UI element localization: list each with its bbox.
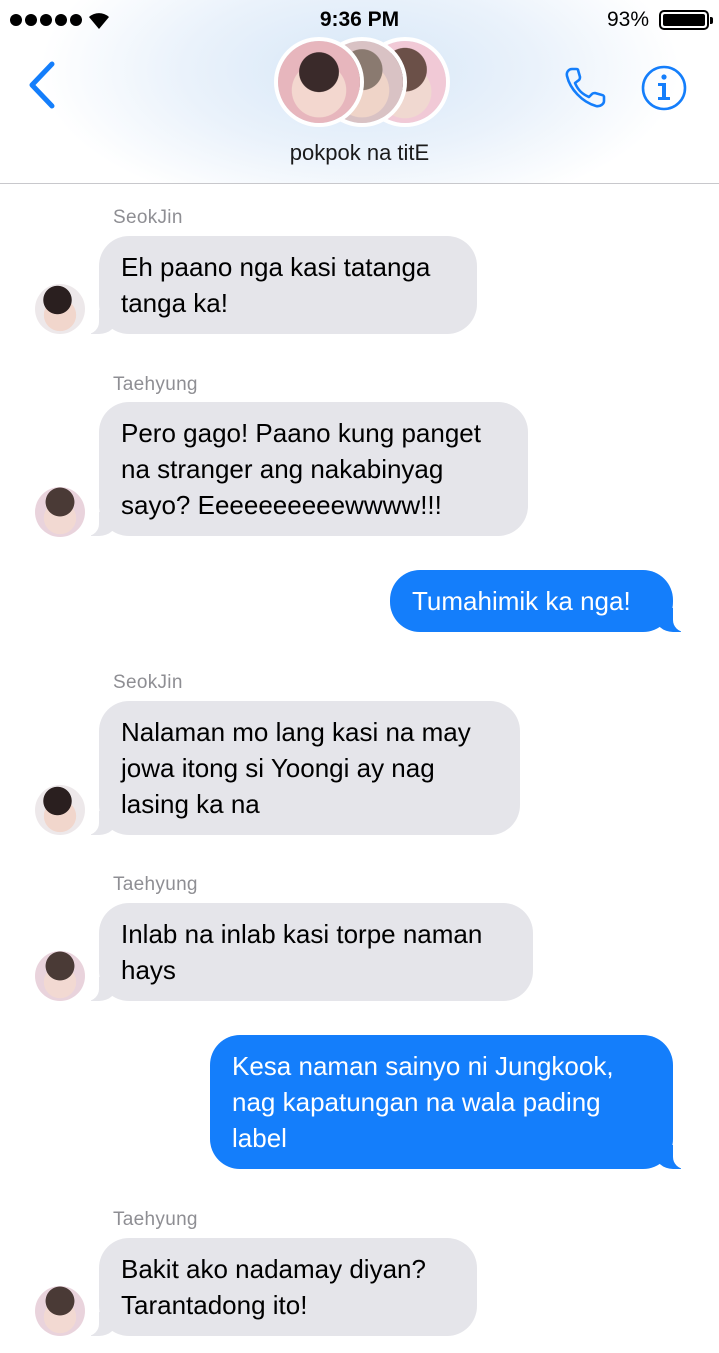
sender-name: SeokJin — [113, 672, 183, 693]
group-avatar-1 — [274, 37, 364, 127]
sender-name: SeokJin — [113, 207, 183, 228]
incoming-message-bubble[interactable]: Pero gago! Paano kung panget na stranger… — [85, 402, 528, 536]
avatar[interactable] — [35, 1286, 85, 1336]
back-chevron-icon[interactable] — [26, 60, 60, 110]
conversation-header: 9:36 PM 93% pokpok na titE — [0, 0, 719, 184]
incoming-message-bubble[interactable]: Nalaman mo lang kasi na may jowa itong s… — [85, 701, 520, 835]
info-icon[interactable] — [640, 64, 688, 112]
avatar[interactable] — [35, 951, 85, 1001]
avatar[interactable] — [35, 785, 85, 835]
sender-name: Taehyung — [113, 1209, 198, 1230]
incoming-message-bubble[interactable]: Eh paano nga kasi tatanga tanga ka! — [85, 236, 477, 334]
group-avatar-stack[interactable] — [274, 37, 450, 127]
group-name[interactable]: pokpok na titE — [0, 140, 719, 166]
phone-icon[interactable] — [562, 63, 610, 111]
sender-name: Taehyung — [113, 374, 198, 395]
outgoing-message-bubble[interactable]: Kesa naman sainyo ni Jungkook, nag kapat… — [210, 1035, 687, 1169]
incoming-message-bubble[interactable]: Inlab na inlab kasi torpe naman hays — [85, 903, 533, 1001]
outgoing-message-bubble[interactable]: Tumahimik ka nga! — [390, 570, 687, 632]
status-bar: 9:36 PM 93% — [0, 0, 719, 40]
incoming-message-bubble[interactable]: Bakit ako nadamay diyan? Tarantadong ito… — [85, 1238, 477, 1336]
avatar[interactable] — [35, 284, 85, 334]
sender-name: Taehyung — [113, 874, 198, 895]
battery-percent: 93% — [606, 8, 649, 31]
avatar[interactable] — [35, 487, 85, 537]
battery-icon — [659, 10, 713, 30]
